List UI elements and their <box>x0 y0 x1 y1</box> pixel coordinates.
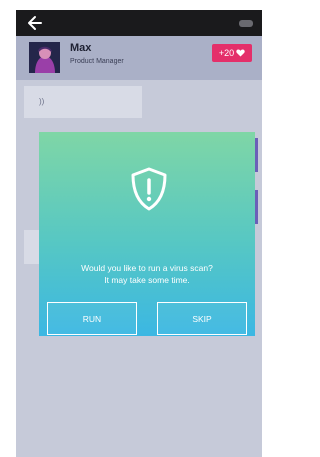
points-value: +20 <box>218 48 235 58</box>
dialog-message-line1: Would you like to run a virus scan? <box>81 263 213 273</box>
dialog-message: Would you like to run a virus scan? It m… <box>39 262 255 286</box>
avatar-portrait-icon <box>29 42 60 73</box>
back-arrow-icon[interactable] <box>27 14 43 32</box>
contact-role: Product Manager <box>70 58 124 65</box>
contact-name: Max <box>70 42 92 54</box>
incoming-message-bubble: )) <box>24 86 142 118</box>
chat-header: Max Product Manager +20 <box>16 36 262 80</box>
points-badge: +20 <box>212 44 252 62</box>
skip-button[interactable]: SKIP <box>157 302 247 335</box>
heart-icon <box>236 49 245 57</box>
dialog-message-line2: It may take some time. <box>104 275 190 285</box>
shield-exclamation-icon <box>131 167 167 211</box>
phone-screen: Max Product Manager +20 )) Would you lik… <box>16 10 262 457</box>
avatar[interactable] <box>29 42 60 73</box>
battery-icon <box>239 20 253 27</box>
incoming-message-text: )) <box>39 97 45 106</box>
run-button[interactable]: RUN <box>47 302 137 335</box>
virus-scan-dialog: Would you like to run a virus scan? It m… <box>39 132 255 336</box>
status-bar <box>16 10 262 36</box>
